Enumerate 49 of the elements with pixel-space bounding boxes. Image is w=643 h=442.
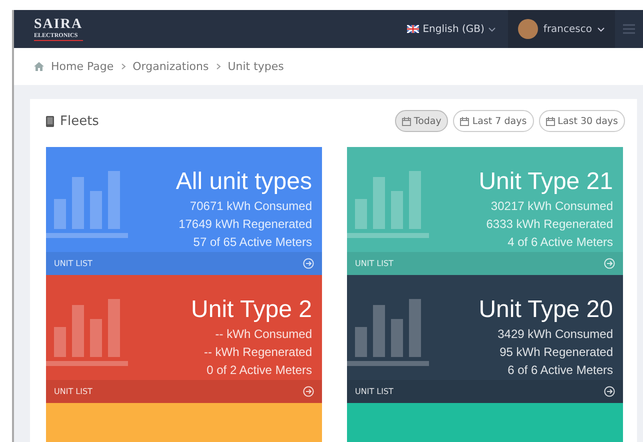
arrow-circle-icon	[604, 258, 615, 269]
unit-list-link[interactable]: UNIT LIST	[355, 259, 394, 268]
arrow-circle-icon	[604, 386, 615, 397]
caret-icon	[597, 26, 605, 32]
card-stat: 30217 kWh Consumed	[490, 198, 613, 215]
card-stat: 0 of 2 Active Meters	[206, 362, 312, 379]
breadcrumb-link[interactable]: Home Page	[51, 60, 114, 73]
unit-list-link[interactable]: UNIT LIST	[54, 259, 92, 268]
home-icon	[34, 62, 44, 71]
date-range-button[interactable]: Today	[394, 110, 448, 132]
card-stat: 6 of 6 Active Meters	[506, 362, 613, 379]
panel-title: Fleets	[60, 114, 99, 128]
tablet-icon	[46, 116, 54, 126]
language-selector[interactable]: English (GB)	[394, 10, 508, 48]
card-stat: 57 of 65 Active Meters	[192, 234, 312, 251]
date-range-button[interactable]: Last 30 days	[538, 110, 625, 132]
fleet-card[interactable]: Unit Type 20 3429 kWh Consumed 95 kWh Regenerated 6 of 6 Active Meters UNIT LIST	[347, 275, 623, 403]
avatar	[518, 19, 538, 39]
caret-icon	[488, 26, 496, 32]
card-title: Unit Type 21	[478, 167, 613, 197]
card-stat: 3429 kWh Consumed	[496, 326, 613, 343]
arrow-circle-icon	[303, 386, 314, 397]
unit-list-link[interactable]: UNIT LIST	[54, 387, 92, 396]
card-stat: 6333 kWh Regenerated	[485, 216, 613, 233]
card-stat: 70671 kWh Consumed	[188, 198, 312, 215]
calendar-icon	[402, 116, 411, 126]
card-title: Unit Type 20	[478, 295, 613, 325]
unit-list-link[interactable]: UNIT LIST	[355, 387, 394, 396]
card-title: Unit Type 2	[191, 295, 312, 325]
fleet-card[interactable]: All unit types 70671 kWh Consumed 17649 kWh Regenerated 57 of 65 Active Meters UNIT LIST	[46, 147, 322, 275]
arrow-circle-icon	[303, 258, 314, 269]
menu-icon	[623, 24, 635, 34]
chevron-icon	[216, 63, 221, 70]
calendar-icon	[546, 116, 555, 126]
user-menu[interactable]: francesco	[508, 10, 615, 48]
calendar-icon	[460, 116, 470, 126]
date-range-button[interactable]: Last 7 days	[453, 110, 534, 132]
fleet-card[interactable]: Unit Type 2 -- kWh Consumed -- kWh Regenerated 0 of 2 Active Meters UNIT LIST	[46, 275, 322, 403]
card-stat: -- kWh Regenerated	[202, 344, 312, 361]
card-stat: 17649 kWh Regenerated	[178, 216, 312, 233]
card-stat: -- kWh Consumed	[214, 326, 312, 343]
card-stat: 95 kWh Regenerated	[498, 344, 613, 361]
brand-logo: SAIRA	[34, 17, 83, 32]
chevron-icon	[120, 63, 126, 70]
flag-icon	[406, 25, 419, 33]
fleet-card[interactable]: Unit Type 21 30217 kWh Consumed 6333 kWh Regenerated 4 of 6 Active Meters UNIT LIST	[347, 147, 623, 275]
card-stat: 4 of 6 Active Meters	[506, 234, 613, 251]
breadcrumb-link[interactable]: Organizations	[132, 60, 209, 73]
card-title: All unit types	[176, 167, 312, 197]
